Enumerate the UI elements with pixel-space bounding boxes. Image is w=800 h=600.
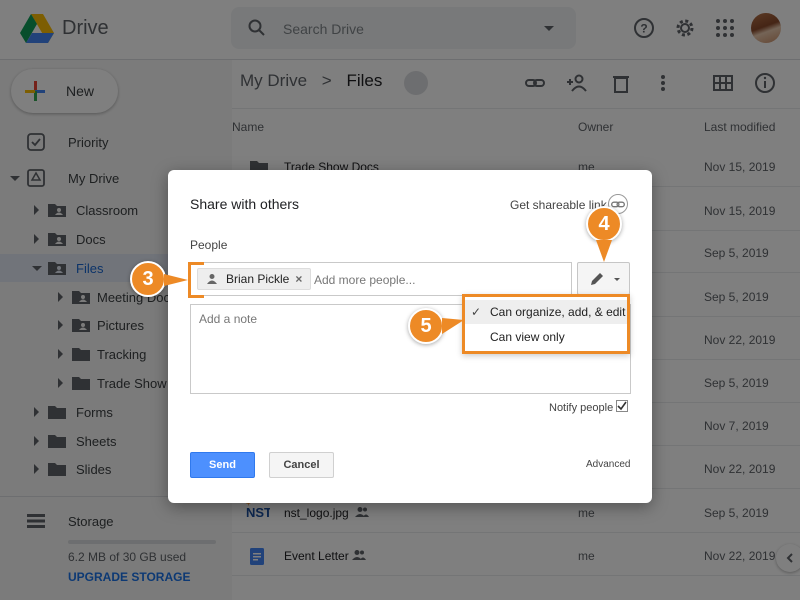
person-icon [207, 274, 217, 284]
permission-dropdown-button[interactable] [577, 262, 630, 295]
callout-pointer-icon [596, 240, 612, 262]
remove-recipient-button[interactable]: × [295, 272, 302, 286]
recipient-chip[interactable]: Brian Pickle × [197, 268, 312, 290]
check-icon [617, 401, 627, 411]
people-label: People [190, 238, 228, 252]
notify-label: Notify people [549, 402, 614, 414]
dialog-title: Share with others [190, 196, 299, 212]
advanced-link[interactable]: Advanced [586, 459, 630, 470]
permission-menu: ✓ Can organize, add, & edit Can view onl… [462, 294, 630, 354]
send-button[interactable]: Send [190, 452, 255, 478]
people-input[interactable]: Brian Pickle × Add more people... [190, 262, 572, 296]
callout-badge: 3 [130, 261, 166, 297]
menu-item-can-edit[interactable]: ✓ Can organize, add, & edit [465, 300, 627, 324]
menu-item-view-only[interactable]: Can view only [465, 325, 627, 349]
add-people-field[interactable]: Add more people... [314, 273, 415, 287]
menu-item-label: Can view only [490, 330, 565, 344]
pencil-icon [591, 273, 603, 285]
cancel-button[interactable]: Cancel [269, 452, 334, 478]
caret-down-icon [614, 278, 620, 281]
check-icon: ✓ [471, 305, 482, 319]
callout-pointer-icon [164, 274, 188, 286]
note-placeholder: Add a note [199, 312, 258, 326]
recipient-name: Brian Pickle [226, 272, 290, 286]
menu-item-label: Can organize, add, & edit [490, 305, 626, 319]
callout-badge: 5 [408, 308, 444, 344]
callout-badge: 4 [586, 206, 622, 242]
notify-checkbox[interactable] [616, 400, 628, 412]
callout-highlight [188, 262, 204, 298]
callout-pointer-icon [442, 318, 464, 334]
